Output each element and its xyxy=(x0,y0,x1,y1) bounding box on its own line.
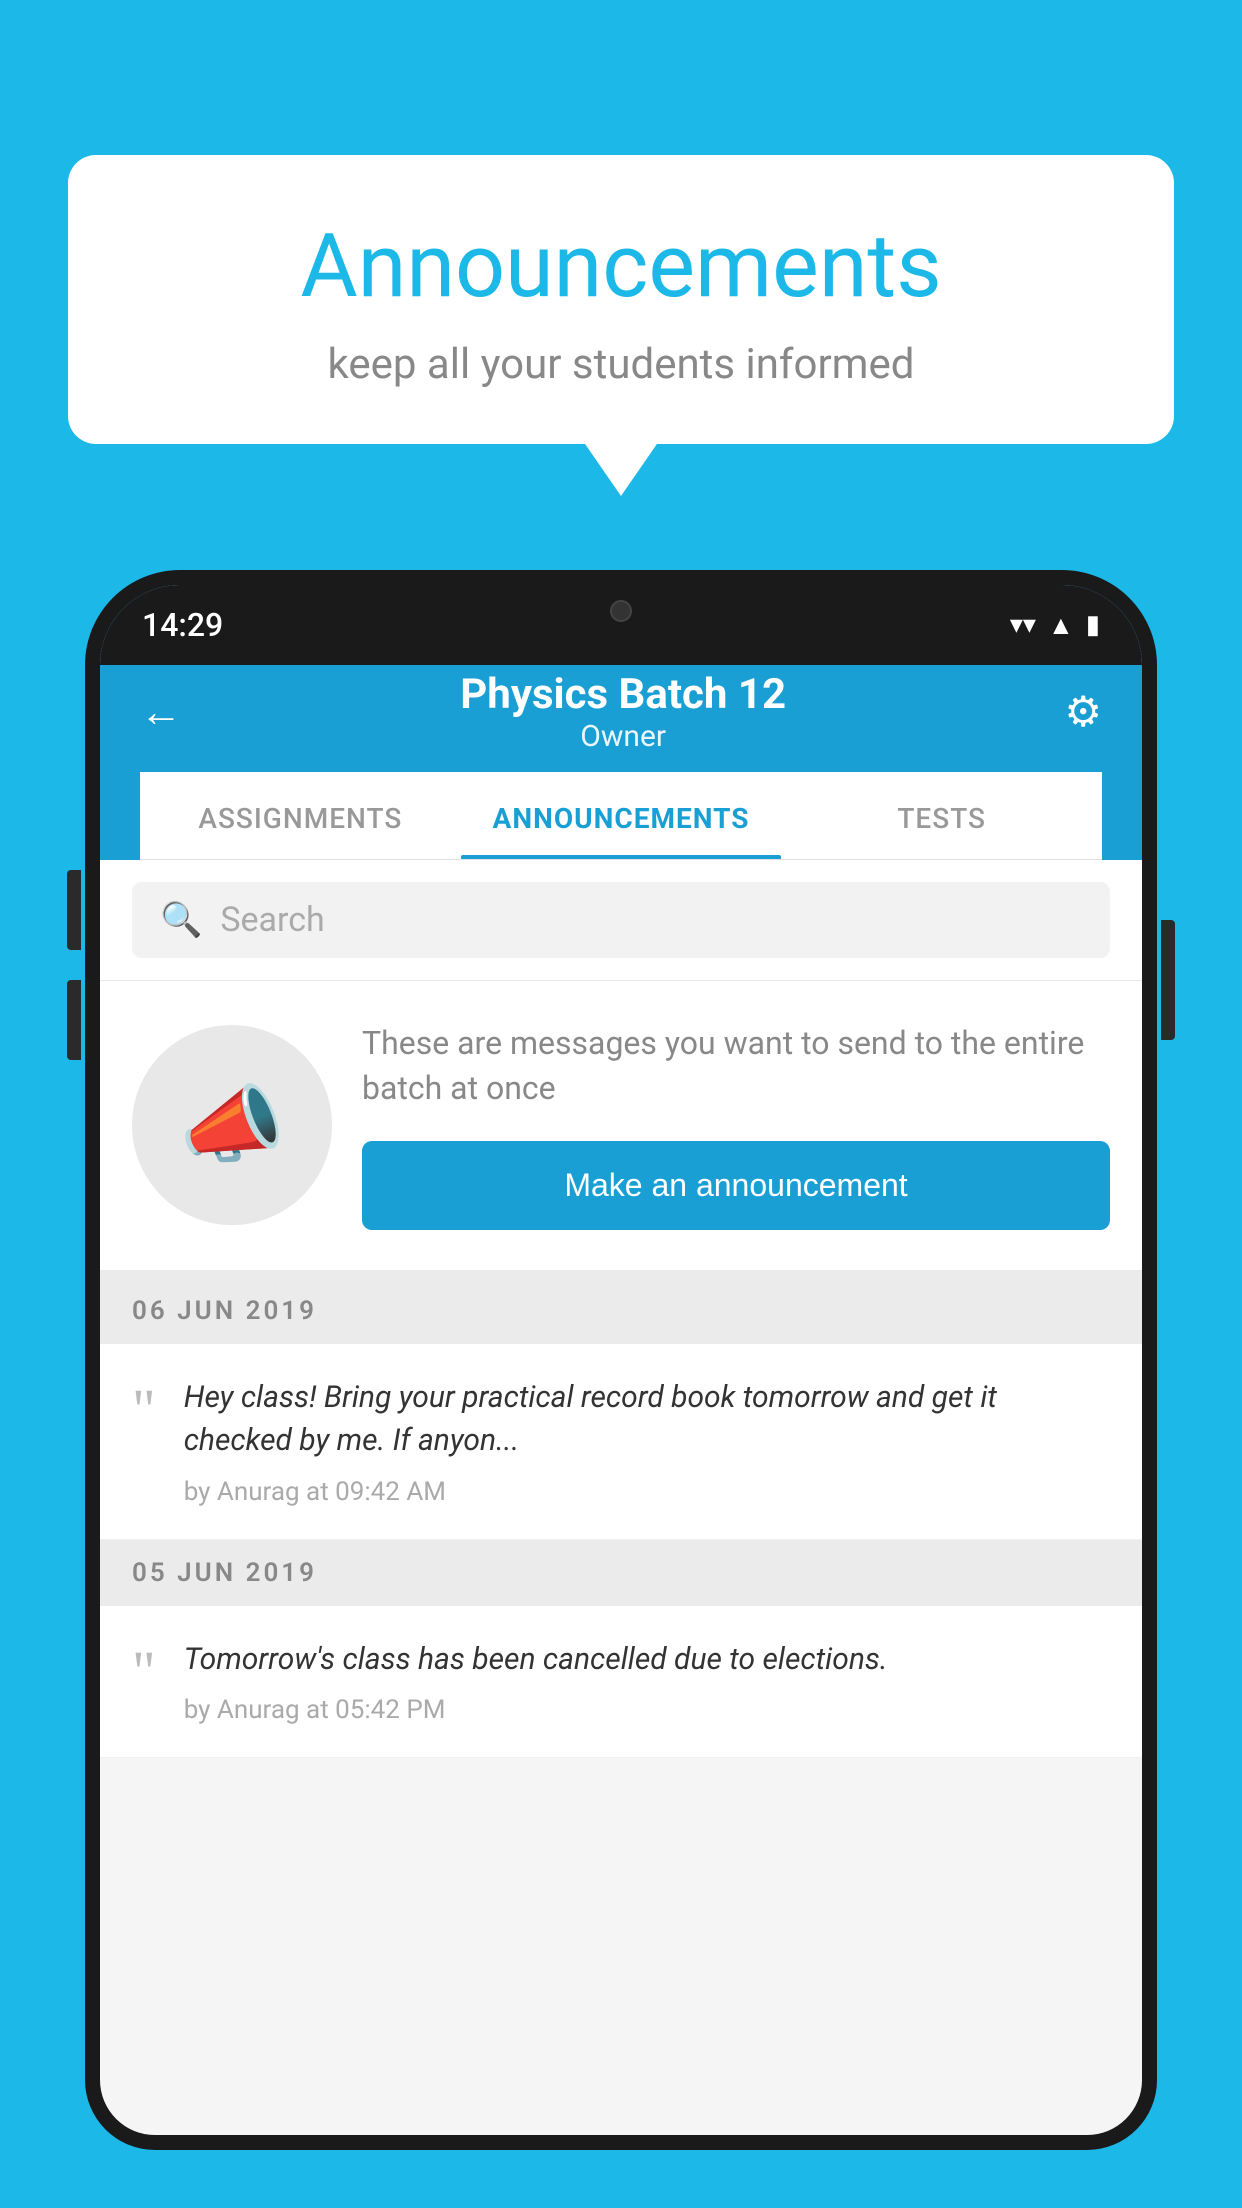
quote-icon-1: " xyxy=(132,1381,156,1439)
promo-content: These are messages you want to send to t… xyxy=(362,1021,1110,1230)
announcement-item-2: " Tomorrow's class has been cancelled du… xyxy=(100,1606,1142,1759)
announcement-content-2: Tomorrow's class has been cancelled due … xyxy=(184,1638,1110,1726)
announcement-meta-1: by Anurag at 09:42 AM xyxy=(184,1477,1110,1507)
search-icon: 🔍 xyxy=(160,900,202,940)
batch-title: Physics Batch 12 xyxy=(460,670,786,719)
wifi-icon: ▾▾ xyxy=(1010,610,1036,640)
speech-bubble-container: Announcements keep all your students inf… xyxy=(68,155,1174,444)
announcement-meta-2: by Anurag at 05:42 PM xyxy=(184,1695,1110,1725)
date-separator-2: 05 JUN 2019 xyxy=(100,1540,1142,1606)
search-container: 🔍 Search xyxy=(100,860,1142,981)
make-announcement-button[interactable]: Make an announcement xyxy=(362,1141,1110,1230)
header-nav: ← Physics Batch 12 Owner ⚙ xyxy=(140,670,1102,772)
settings-icon[interactable]: ⚙ xyxy=(1064,687,1102,737)
search-placeholder: Search xyxy=(220,900,324,940)
owner-subtitle: Owner xyxy=(460,719,786,754)
battery-icon: ▮ xyxy=(1086,610,1100,640)
announcement-promo: 📣 These are messages you want to send to… xyxy=(100,981,1142,1278)
status-icons: ▾▾ ▲ ▮ xyxy=(1010,610,1100,641)
announcement-text-2: Tomorrow's class has been cancelled due … xyxy=(184,1638,1110,1682)
back-button[interactable]: ← xyxy=(140,688,182,737)
speech-bubble-title: Announcements xyxy=(148,215,1094,318)
speech-bubble: Announcements keep all your students inf… xyxy=(68,155,1174,444)
phone-notch xyxy=(541,585,701,637)
megaphone-icon: 📣 xyxy=(179,1075,285,1175)
tab-announcements[interactable]: ANNOUNCEMENTS xyxy=(461,772,782,859)
header-title-group: Physics Batch 12 Owner xyxy=(460,670,786,754)
volume-up-button xyxy=(67,870,81,950)
announcement-content-1: Hey class! Bring your practical record b… xyxy=(184,1376,1110,1507)
camera xyxy=(610,600,632,622)
tab-assignments[interactable]: ASSIGNMENTS xyxy=(140,772,461,859)
status-time: 14:29 xyxy=(142,606,223,644)
phone-outer: 14:29 ▾▾ ▲ ▮ ← Physics Batch 12 Owner ⚙ xyxy=(85,570,1157,2150)
announcement-text-1: Hey class! Bring your practical record b… xyxy=(184,1376,1110,1463)
announcement-item-1: " Hey class! Bring your practical record… xyxy=(100,1344,1142,1540)
volume-down-button xyxy=(67,980,81,1060)
date-separator-1: 06 JUN 2019 xyxy=(100,1278,1142,1344)
phone-screen: ← Physics Batch 12 Owner ⚙ ASSIGNMENTS A… xyxy=(100,585,1142,2135)
status-bar-area: 14:29 ▾▾ ▲ ▮ xyxy=(100,585,1142,665)
promo-description: These are messages you want to send to t… xyxy=(362,1021,1110,1111)
tab-tests[interactable]: TESTS xyxy=(781,772,1102,859)
speech-bubble-subtitle: keep all your students informed xyxy=(148,340,1094,389)
promo-icon-circle: 📣 xyxy=(132,1025,332,1225)
phone-container: 14:29 ▾▾ ▲ ▮ ← Physics Batch 12 Owner ⚙ xyxy=(85,570,1157,2208)
signal-icon: ▲ xyxy=(1048,610,1074,641)
power-button xyxy=(1161,920,1175,1040)
search-bar[interactable]: 🔍 Search xyxy=(132,882,1110,958)
quote-icon-2: " xyxy=(132,1643,156,1701)
tabs-bar: ASSIGNMENTS ANNOUNCEMENTS TESTS xyxy=(140,772,1102,860)
